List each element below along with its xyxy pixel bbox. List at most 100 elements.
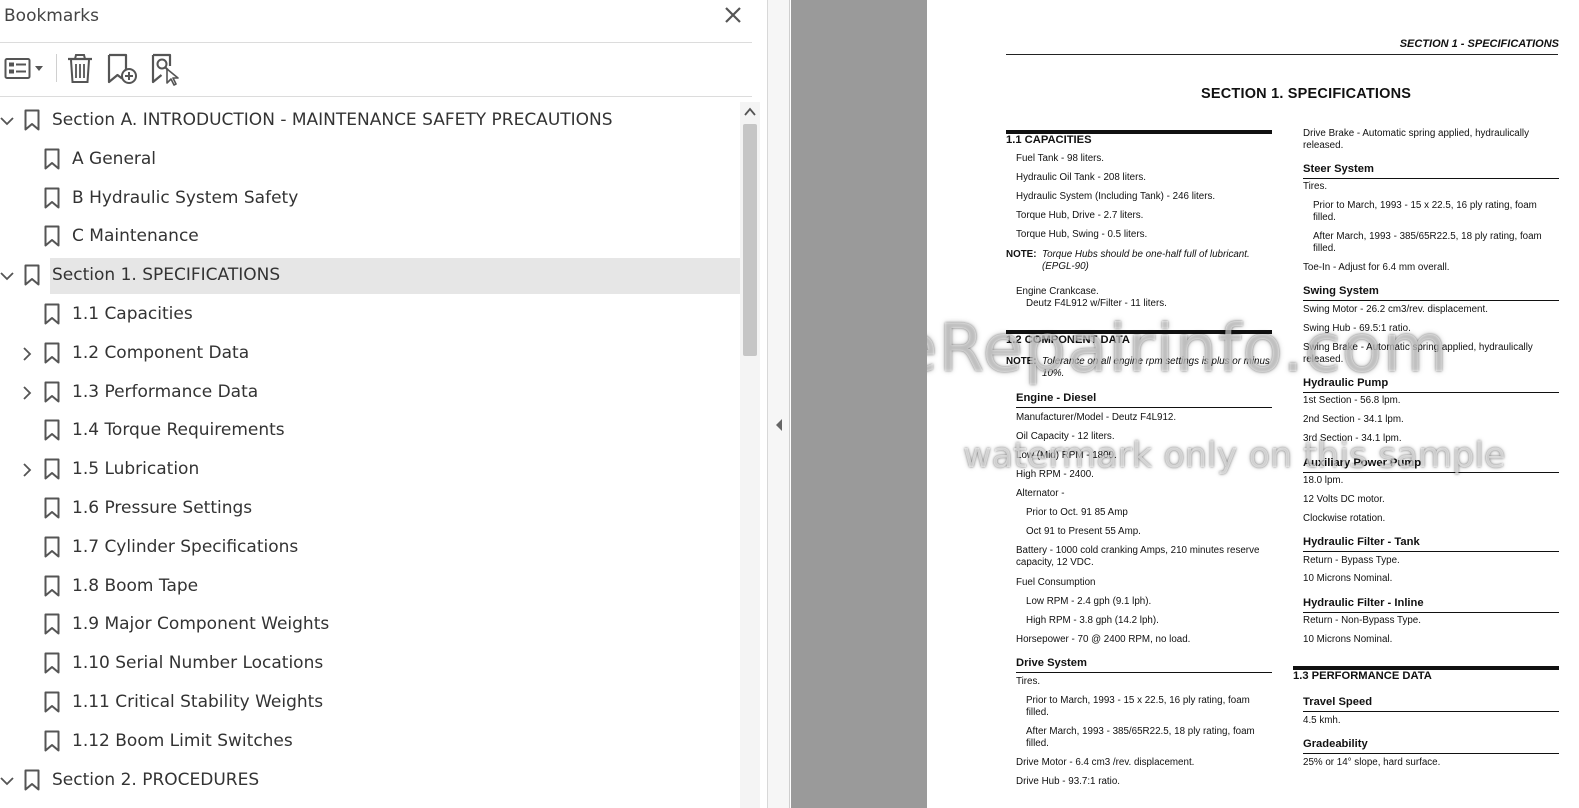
spec-line: Horsepower - 70 @ 2400 RPM, no load.	[1016, 634, 1191, 645]
bookmark-item[interactable]: Section A. INTRODUCTION - MAINTENANCE SA…	[0, 103, 740, 139]
spec-line: Tires.	[1016, 676, 1041, 687]
bookmark-item[interactable]: 1.10 Serial Number Locations	[0, 646, 740, 682]
panel-splitter[interactable]	[768, 0, 790, 808]
bookmark-icon	[44, 148, 60, 170]
spec-line: Manufacturer/Model - Deutz F4L912.	[1016, 412, 1177, 423]
running-header: SECTION 1 - SPECIFICATIONS	[1399, 38, 1559, 50]
note-text: Torque Hubs should be one-half full of l…	[1042, 249, 1250, 272]
capacity-line: Torque Hub, Swing - 0.5 liters.	[1016, 229, 1148, 240]
spec-line: High RPM - 3.8 gph (14.2 lph).	[1026, 615, 1159, 626]
chevron-down-icon[interactable]	[0, 268, 14, 284]
bookmarks-scrollbar[interactable]	[740, 102, 760, 808]
bookmark-label: 1.7 Cylinder Specifications	[72, 536, 299, 557]
document-viewer[interactable]: SECTION 1 - SPECIFICATIONS SECTION 1. SP…	[791, 0, 1579, 808]
chevron-right-icon[interactable]	[20, 462, 34, 478]
spec-line: Fuel Consumption	[1016, 577, 1096, 588]
spec-line: Low (Mid) RPM - 1800.	[1016, 450, 1117, 461]
bookmark-item[interactable]: 1.11 Critical Stability Weights	[0, 685, 740, 721]
spec-line: 3rd Section - 34.1 lpm.	[1303, 433, 1402, 444]
drive-specs: Tires. Prior to March, 1993 - 15 x 22.5,…	[1016, 676, 1282, 795]
bookmark-label: 1.11 Critical Stability Weights	[72, 692, 324, 712]
bookmarks-panel: Bookmarks Section A. INTRODUCTION - MAIN…	[0, 0, 768, 808]
bookmark-icon	[44, 381, 60, 403]
subsection-rule	[1303, 612, 1559, 613]
bookmark-item[interactable]: 1.3 Performance Data	[0, 375, 740, 411]
bookmark-label: A General	[72, 148, 157, 169]
filter-inline-specs: Return - Non-Bypass Type. 10 Microns Nom…	[1303, 615, 1569, 653]
engine-specs: Manufacturer/Model - Deutz F4L912. Oil C…	[1016, 412, 1282, 653]
bookmark-icon	[44, 303, 60, 325]
bookmark-item[interactable]: 1.9 Major Component Weights	[0, 607, 740, 643]
filter-tank-heading: Hydraulic Filter - Tank	[1303, 536, 1420, 548]
spec-line: 12 Volts DC motor.	[1303, 494, 1385, 505]
swing-specs: Swing Motor - 26.2 cm3/rev. displacement…	[1303, 304, 1559, 372]
spec-line: Oil Capacity - 12 liters.	[1016, 431, 1115, 442]
capacity-line: Fuel Tank - 98 liters.	[1016, 153, 1105, 164]
spec-line: High RPM - 2400.	[1016, 469, 1094, 480]
bookmark-item[interactable]: C Maintenance	[0, 219, 740, 255]
bookmark-item[interactable]: 1.5 Lubrication	[0, 452, 740, 488]
subsection-rule	[1303, 300, 1559, 301]
bookmark-label: 1.8 Boom Tape	[72, 575, 199, 596]
bookmark-icon	[44, 691, 60, 713]
subsection-rule	[1303, 711, 1559, 712]
scrollbar-thumb[interactable]	[743, 124, 757, 356]
bookmark-item[interactable]: 1.4 Torque Requirements	[0, 413, 740, 449]
engine-heading: Engine - Diesel	[1016, 392, 1097, 404]
spec-line: After March, 1993 - 385/65R22.5, 18 ply …	[1026, 726, 1255, 749]
spec-line: Prior to March, 1993 - 15 x 22.5, 16 ply…	[1313, 200, 1537, 223]
spec-line: Battery - 1000 cold cranking Amps, 210 m…	[1016, 545, 1260, 568]
subsection-rule	[1303, 472, 1559, 473]
toolbar-divider	[56, 54, 57, 82]
performance-data-heading: 1.3 PERFORMANCE DATA	[1293, 670, 1432, 682]
bookmark-icon	[24, 109, 40, 131]
bookmark-item[interactable]: 1.7 Cylinder Specifications	[0, 530, 740, 566]
travel-speed-value: 4.5 kmh.	[1303, 715, 1341, 726]
bookmark-tree: Section A. INTRODUCTION - MAINTENANCE SA…	[0, 102, 740, 808]
chevron-down-icon[interactable]	[0, 113, 14, 129]
spec-line: Tires.	[1303, 181, 1328, 192]
bookmark-icon	[24, 769, 40, 791]
bookmark-label: 1.12 Boom Limit Switches	[72, 730, 293, 751]
capacities-heading: 1.1 CAPACITIES	[1006, 134, 1092, 146]
bookmark-icon	[44, 458, 60, 480]
drive-brake: Drive Brake - Automatic spring applied, …	[1303, 128, 1529, 151]
bookmark-label: B Hydraulic System Safety	[72, 187, 299, 208]
bookmark-item[interactable]: Section 2. PROCEDURES	[0, 763, 740, 799]
bookmark-label: 1.4 Torque Requirements	[72, 420, 285, 441]
subsection-rule	[1303, 178, 1559, 179]
scroll-up-arrow-icon[interactable]	[743, 106, 757, 118]
chevron-right-icon[interactable]	[20, 385, 34, 401]
list-options-icon[interactable]	[4, 50, 46, 86]
collapse-panel-arrow-icon[interactable]	[774, 418, 784, 432]
bookmarks-header: Bookmarks	[0, 0, 768, 34]
bookmark-label: C Maintenance	[72, 226, 199, 247]
add-bookmark-icon[interactable]	[104, 50, 140, 86]
close-icon[interactable]	[722, 4, 744, 26]
bookmark-item[interactable]: 1.1 Capacities	[0, 297, 740, 333]
trash-icon[interactable]	[64, 50, 96, 86]
note-text: Tolerance on all engine rpm settings is …	[1042, 356, 1270, 379]
note-label: NOTE:	[1006, 249, 1037, 260]
aux-specs: 18.0 lpm. 12 Volts DC motor. Clockwise r…	[1303, 475, 1569, 532]
chevron-right-icon[interactable]	[20, 346, 34, 362]
find-bookmark-icon[interactable]	[148, 50, 184, 86]
gradeability-value: 25% or 14° slope, hard surface.	[1303, 757, 1441, 768]
bookmark-item[interactable]: 1.12 Boom Limit Switches	[0, 724, 740, 760]
bookmark-icon	[44, 652, 60, 674]
bookmark-label: 1.10 Serial Number Locations	[72, 653, 324, 674]
bookmark-item[interactable]: Section 1. SPECIFICATIONS	[0, 258, 740, 295]
bookmarks-toolbar	[0, 48, 752, 88]
chevron-down-icon[interactable]	[0, 773, 14, 789]
bookmark-item[interactable]: 1.8 Boom Tape	[0, 569, 740, 605]
bookmark-item[interactable]: 1.6 Pressure Settings	[0, 491, 740, 527]
bookmark-label: Section 2. PROCEDURES	[52, 769, 260, 790]
bookmark-item[interactable]: B Hydraulic System Safety	[0, 181, 740, 217]
gradeability-heading: Gradeability	[1303, 738, 1368, 750]
bookmark-item[interactable]: A General	[0, 142, 740, 178]
spec-line: Low RPM - 2.4 gph (9.1 lph).	[1026, 596, 1152, 607]
bookmark-label: 1.5 Lubrication	[72, 459, 200, 480]
bookmark-icon	[44, 536, 60, 558]
spec-line: Prior to Oct. 91 85 Amp	[1026, 507, 1128, 518]
bookmark-item[interactable]: 1.2 Component Data	[0, 336, 740, 372]
